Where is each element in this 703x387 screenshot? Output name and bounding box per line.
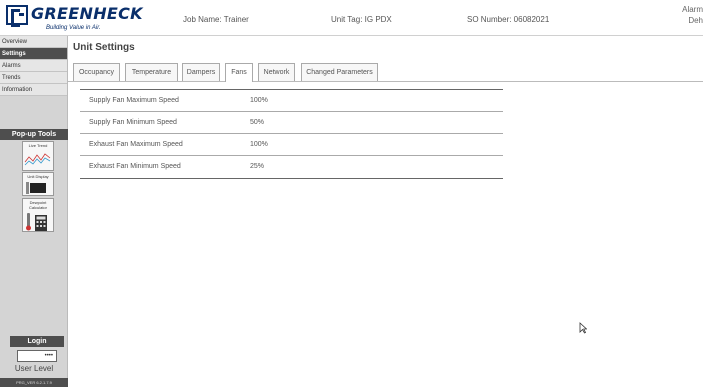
popup-tools-heading: Pop-up Tools [0,129,68,140]
unit-display-tool[interactable]: Unit Display [22,172,54,196]
calculator-icon [26,213,47,231]
password-field[interactable]: •••• [17,350,57,362]
alarm-status-link[interactable]: Alarm [682,4,703,15]
sidebar-item-trends[interactable]: Trends [0,72,67,84]
trend-chart-icon [24,153,51,166]
sidebar: Overview Settings Alarms Trends Informat… [0,36,68,387]
mouse-pointer-icon [579,322,587,334]
sidebar-item-alarms[interactable]: Alarms [0,60,67,72]
job-name: Job Name: Trainer [183,15,249,24]
dehum-status: Deh [688,16,703,25]
setting-label: Exhaust Fan Maximum Speed [89,141,183,148]
header-status: Alarm Deh [682,4,703,26]
tab-occupancy[interactable]: Occupancy [73,63,120,81]
setting-label: Exhaust Fan Minimum Speed [89,163,181,170]
greenheck-logo-icon [6,5,28,27]
tab-temperature[interactable]: Temperature [125,63,178,81]
login-heading: Login [10,336,64,347]
tab-changed-parameters[interactable]: Changed Parameters [301,63,378,81]
greenheck-logo: GREENHECK Building Value in Air. [2,3,143,35]
setting-value[interactable]: 25% [250,156,264,178]
so-number: SO Number: 06082021 [467,15,550,24]
main-panel: Unit Settings Occupancy Temperature Damp… [68,36,703,387]
sidebar-item-overview[interactable]: Overview [0,36,67,48]
dewpoint-calculator-tool[interactable]: Dewpoint Calculator [22,198,54,232]
tab-fans[interactable]: Fans [225,63,253,82]
sidebar-item-information[interactable]: Information [0,84,67,96]
fan-settings-table: Supply Fan Maximum Speed 100% Supply Fan… [80,89,503,179]
table-row[interactable]: Supply Fan Maximum Speed 100% [80,90,503,112]
table-row[interactable]: Exhaust Fan Minimum Speed 25% [80,156,503,178]
sidebar-item-settings[interactable]: Settings [0,48,67,60]
tool-label: Dewpoint Calculator [28,200,47,210]
tab-network[interactable]: Network [258,63,295,81]
brand-name: GREENHECK [31,4,143,23]
tab-dampers[interactable]: Dampers [182,63,220,81]
user-level-label: User Level [14,364,54,373]
brand-tagline: Building Value in Air. [46,25,101,31]
version-label: PRG_VER 6.2.1.7.9 [0,378,68,387]
setting-value[interactable]: 100% [250,134,268,156]
unit-tag: Unit Tag: IG PDX [331,15,392,24]
live-trend-tool[interactable]: Live Trend [22,141,54,171]
settings-tabs: Occupancy Temperature Dampers Fans Netwo… [68,57,703,82]
table-row[interactable]: Supply Fan Minimum Speed 50% [80,112,503,134]
setting-value[interactable]: 50% [250,112,264,134]
setting-label: Supply Fan Minimum Speed [89,119,177,126]
unit-display-icon [26,182,46,194]
setting-label: Supply Fan Maximum Speed [89,97,179,104]
app-header: GREENHECK Building Value in Air. Job Nam… [0,0,703,36]
setting-value[interactable]: 100% [250,90,268,112]
table-row[interactable]: Exhaust Fan Maximum Speed 100% [80,134,503,156]
page-title: Unit Settings [73,42,135,53]
